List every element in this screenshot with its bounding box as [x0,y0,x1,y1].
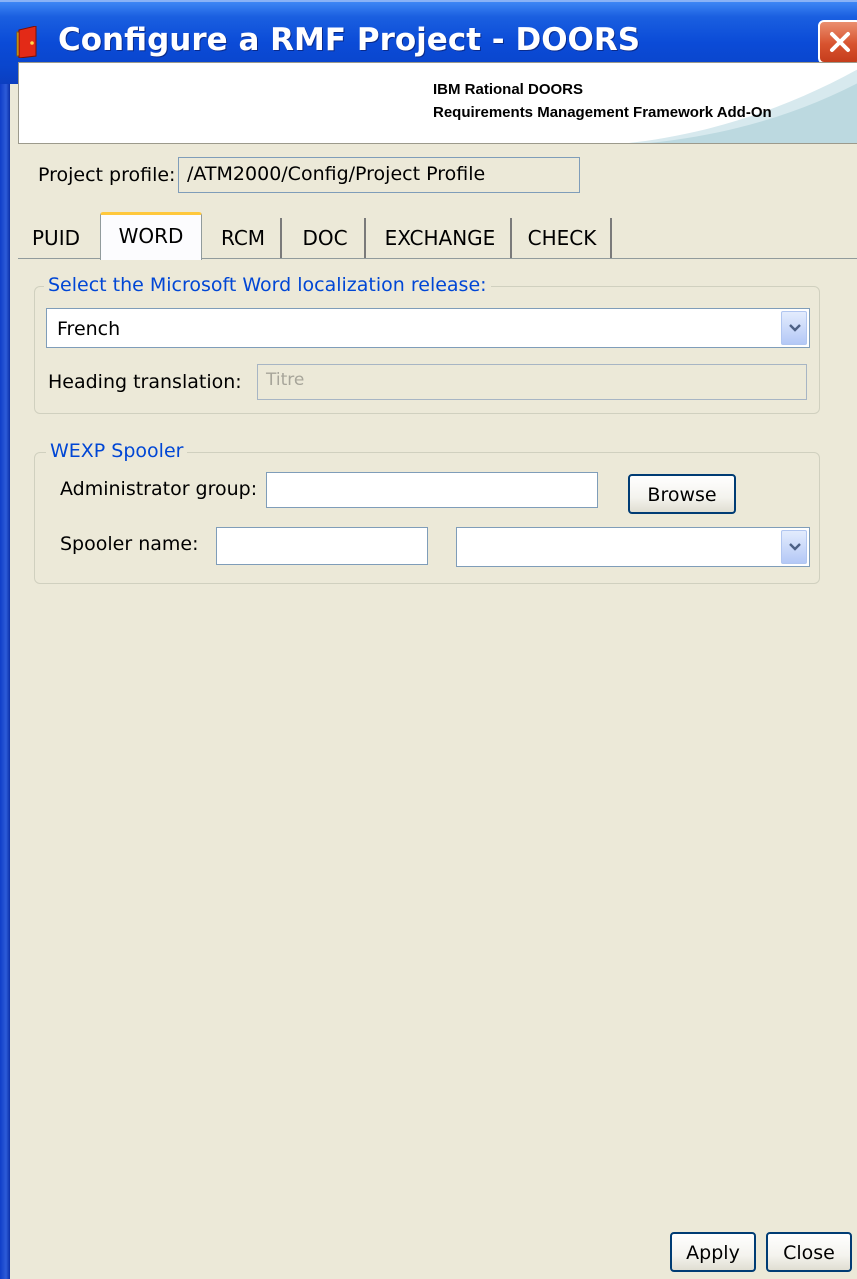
heading-translation-value: Titre [266,370,305,390]
tab-check[interactable]: CHECK [514,218,612,258]
apply-button[interactable]: Apply [670,1232,756,1272]
tab-exchange[interactable]: EXCHANGE [370,218,512,258]
doors-app-icon [16,25,42,59]
project-profile-label: Project profile: [38,164,176,186]
localization-selected-value: French [57,318,121,340]
window-frame-left [0,0,10,1279]
localization-select[interactable]: French [46,308,810,348]
administrator-group-field[interactable] [266,472,598,508]
spooler-select[interactable] [456,527,810,567]
localization-legend: Select the Microsoft Word localization r… [44,274,491,296]
heading-translation-label: Heading translation: [48,371,242,393]
close-icon [830,32,850,52]
tab-rcm[interactable]: RCM [206,218,282,258]
spooler-dropdown-button[interactable] [781,530,807,564]
banner-product-name: IBM Rational DOORS [433,81,584,98]
spooler-name-field[interactable] [216,527,428,565]
banner-swoosh-graphic [629,69,857,143]
tab-word[interactable]: WORD [100,212,202,260]
chevron-down-icon [789,543,801,551]
banner-addon-name: Requirements Management Framework Add-On [433,104,772,121]
spooler-name-label: Spooler name: [60,533,199,555]
administrator-group-label: Administrator group: [60,478,258,500]
wexp-spooler-legend: WEXP Spooler [46,440,188,462]
browse-button[interactable]: Browse [628,474,736,514]
heading-translation-field[interactable]: Titre [257,364,807,400]
localization-dropdown-button[interactable] [781,311,807,345]
project-profile-field[interactable]: /ATM2000/Config/Project Profile [178,157,580,193]
project-profile-value: /ATM2000/Config/Project Profile [187,163,486,185]
window-title: Configure a RMF Project - DOORS [58,22,641,58]
close-button[interactable]: Close [766,1232,852,1272]
window-close-button[interactable] [818,20,857,64]
chevron-down-icon [789,324,801,332]
tab-doc[interactable]: DOC [286,218,366,258]
product-banner: IBM Rational DOORS Requirements Manageme… [18,62,857,144]
tab-puid[interactable]: PUID [26,218,86,258]
